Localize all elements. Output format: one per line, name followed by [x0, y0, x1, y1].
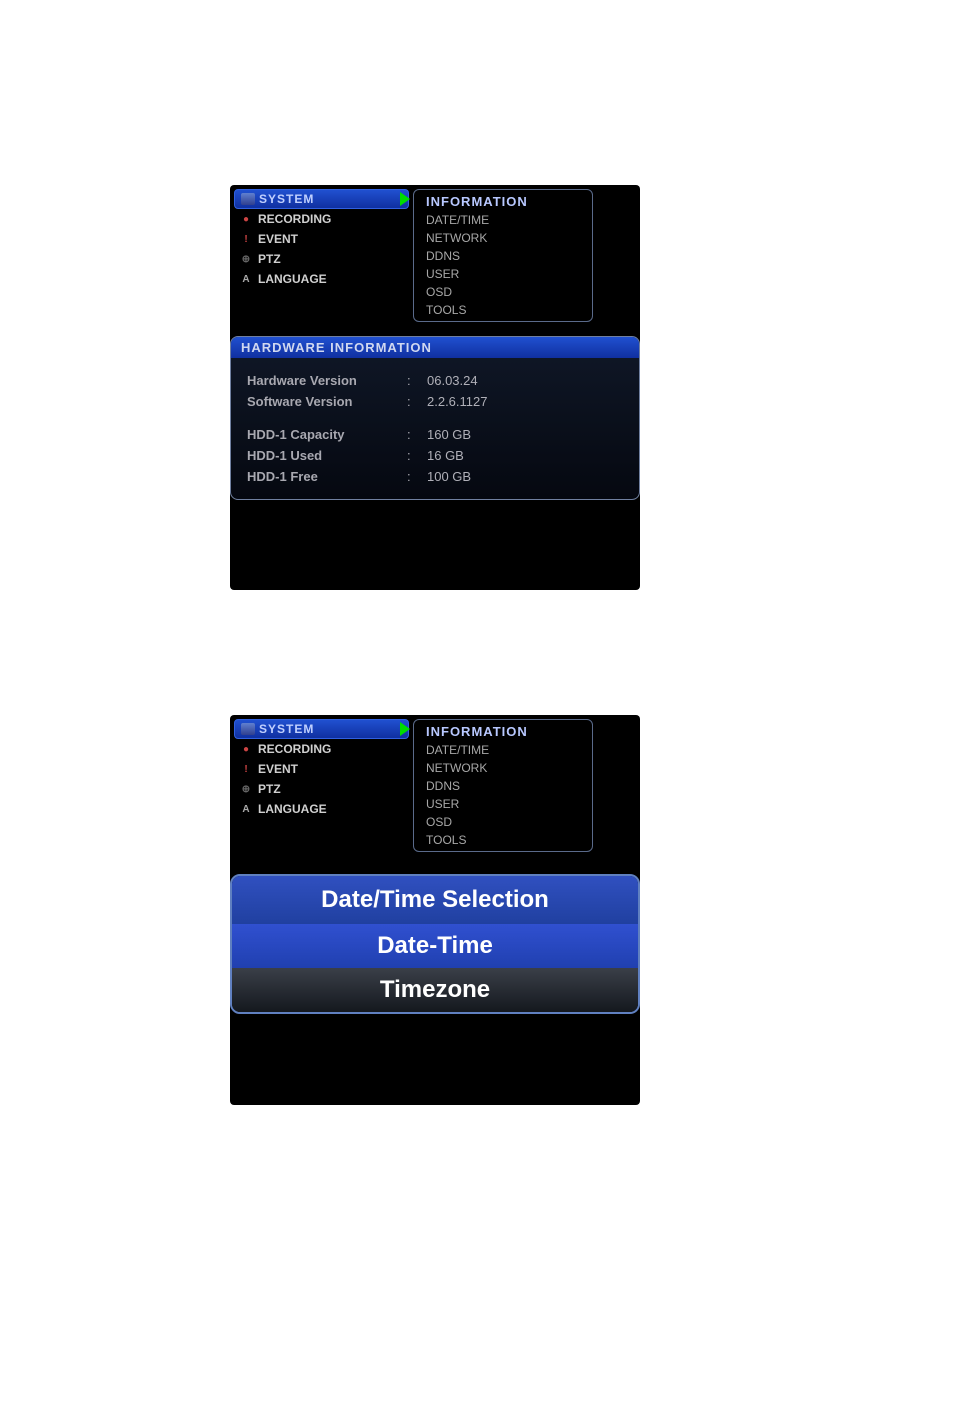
- system-menu-header-2[interactable]: SYSTEM: [234, 719, 409, 739]
- recording-label-2: RECORDING: [258, 742, 331, 756]
- hardware-row: HDD-1 Used : 16 GB: [247, 445, 623, 466]
- event-label: EVENT: [258, 232, 298, 246]
- colon: :: [407, 427, 427, 442]
- hardware-row: HDD-1 Free : 100 GB: [247, 466, 623, 487]
- datetime-option-timezone[interactable]: Timezone: [232, 968, 638, 1012]
- menu-item-event-2[interactable]: ! EVENT: [234, 759, 409, 779]
- language-icon: A: [240, 273, 252, 285]
- event-icon: !: [240, 763, 252, 775]
- submenu-ddns[interactable]: DDNS: [422, 247, 584, 265]
- colon: :: [407, 373, 427, 388]
- menu-container: SYSTEM ● RECORDING ! EVENT ⊕ PTZ A LANGU…: [230, 185, 640, 326]
- ptz-label-2: PTZ: [258, 782, 281, 796]
- menu-item-ptz[interactable]: ⊕ PTZ: [234, 249, 409, 269]
- submenu-datetime[interactable]: DATE/TIME: [422, 211, 584, 229]
- ptz-label: PTZ: [258, 252, 281, 266]
- submenu-osd[interactable]: OSD: [422, 283, 584, 301]
- arrow-right-icon: [400, 722, 410, 736]
- system-label-2: SYSTEM: [259, 722, 314, 736]
- hdd-capacity-value: 160 GB: [427, 427, 471, 442]
- submenu-datetime-2[interactable]: DATE/TIME: [422, 741, 584, 759]
- datetime-selection-panel: Date/Time Selection Date-Time Timezone: [230, 874, 640, 1014]
- ptz-icon: ⊕: [240, 253, 252, 265]
- ptz-icon: ⊕: [240, 783, 252, 795]
- menu-item-language[interactable]: A LANGUAGE: [234, 269, 409, 289]
- colon: :: [407, 448, 427, 463]
- language-label-2: LANGUAGE: [258, 802, 327, 816]
- hdd-used-value: 16 GB: [427, 448, 464, 463]
- event-icon: !: [240, 233, 252, 245]
- colon: :: [407, 394, 427, 409]
- main-menu-2: SYSTEM ● RECORDING ! EVENT ⊕ PTZ A LANGU…: [234, 719, 409, 852]
- system-icon: [241, 193, 255, 205]
- language-icon: A: [240, 803, 252, 815]
- submenu-tools[interactable]: TOOLS: [422, 301, 584, 319]
- screenshot-panel-2: SYSTEM ● RECORDING ! EVENT ⊕ PTZ A LANGU…: [230, 715, 640, 1105]
- submenu-user[interactable]: USER: [422, 265, 584, 283]
- sw-version-value: 2.2.6.1127: [427, 394, 487, 409]
- hdd-free-value: 100 GB: [427, 469, 471, 484]
- submenu: INFORMATION DATE/TIME NETWORK DDNS USER …: [413, 189, 593, 322]
- hw-version-value: 06.03.24: [427, 373, 478, 388]
- hardware-row: HDD-1 Capacity : 160 GB: [247, 424, 623, 445]
- system-label: SYSTEM: [259, 192, 314, 206]
- recording-icon: ●: [240, 213, 252, 225]
- hardware-info-panel: HARDWARE INFORMATION Hardware Version : …: [230, 336, 640, 500]
- submenu-ddns-2[interactable]: DDNS: [422, 777, 584, 795]
- system-icon: [241, 723, 255, 735]
- menu-item-language-2[interactable]: A LANGUAGE: [234, 799, 409, 819]
- recording-label: RECORDING: [258, 212, 331, 226]
- submenu-header: INFORMATION: [422, 192, 584, 211]
- menu-container-2: SYSTEM ● RECORDING ! EVENT ⊕ PTZ A LANGU…: [230, 715, 640, 856]
- sw-version-label: Software Version: [247, 394, 407, 409]
- language-label: LANGUAGE: [258, 272, 327, 286]
- hdd-used-label: HDD-1 Used: [247, 448, 407, 463]
- main-menu: SYSTEM ● RECORDING ! EVENT ⊕ PTZ A LANGU…: [234, 189, 409, 322]
- screenshot-panel-1: SYSTEM ● RECORDING ! EVENT ⊕ PTZ A LANGU…: [230, 185, 640, 590]
- submenu-header-2: INFORMATION: [422, 722, 584, 741]
- hw-version-label: Hardware Version: [247, 373, 407, 388]
- menu-item-recording-2[interactable]: ● RECORDING: [234, 739, 409, 759]
- event-label-2: EVENT: [258, 762, 298, 776]
- menu-item-ptz-2[interactable]: ⊕ PTZ: [234, 779, 409, 799]
- datetime-header: Date/Time Selection: [232, 876, 638, 924]
- submenu-tools-2[interactable]: TOOLS: [422, 831, 584, 849]
- hdd-free-label: HDD-1 Free: [247, 469, 407, 484]
- hdd-capacity-label: HDD-1 Capacity: [247, 427, 407, 442]
- system-menu-header[interactable]: SYSTEM: [234, 189, 409, 209]
- submenu-2: INFORMATION DATE/TIME NETWORK DDNS USER …: [413, 719, 593, 852]
- submenu-network[interactable]: NETWORK: [422, 229, 584, 247]
- hardware-row: Software Version : 2.2.6.1127: [247, 391, 623, 412]
- colon: :: [407, 469, 427, 484]
- menu-item-recording[interactable]: ● RECORDING: [234, 209, 409, 229]
- submenu-network-2[interactable]: NETWORK: [422, 759, 584, 777]
- submenu-osd-2[interactable]: OSD: [422, 813, 584, 831]
- menu-item-event[interactable]: ! EVENT: [234, 229, 409, 249]
- datetime-option-datetime[interactable]: Date-Time: [232, 924, 638, 968]
- submenu-user-2[interactable]: USER: [422, 795, 584, 813]
- hardware-header: HARDWARE INFORMATION: [231, 337, 639, 358]
- hardware-body: Hardware Version : 06.03.24 Software Ver…: [231, 358, 639, 499]
- hardware-row: Hardware Version : 06.03.24: [247, 370, 623, 391]
- recording-icon: ●: [240, 743, 252, 755]
- arrow-right-icon: [400, 192, 410, 206]
